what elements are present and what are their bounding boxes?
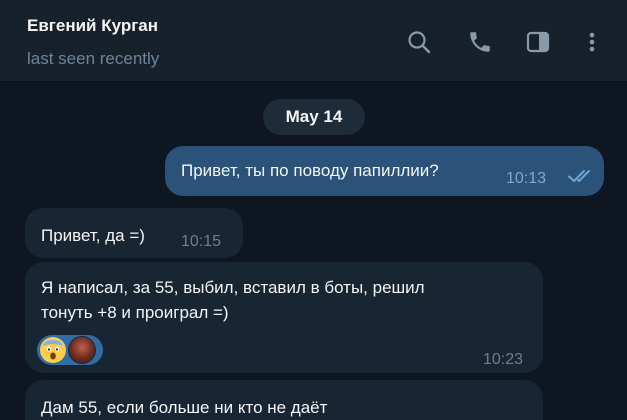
message-text-line-2: тонуть +8 и проиграл =) — [41, 303, 229, 322]
read-receipt-icon — [568, 170, 590, 182]
sidebar-toggle-icon[interactable] — [524, 28, 552, 56]
reaction-chip[interactable] — [37, 335, 103, 365]
incoming-message[interactable]: Привет, да =) 10:15 — [25, 208, 243, 258]
message-time: 10:23 — [483, 351, 524, 368]
search-icon[interactable] — [405, 28, 433, 56]
message-time: 10:15 — [181, 233, 222, 250]
message-list[interactable]: May 14 Привет, ты по поводу папиллии? 10… — [0, 83, 627, 420]
chat-header: Евгений Курган last seen recently — [0, 0, 627, 82]
contact-status: last seen recently — [27, 49, 160, 68]
more-vert-icon[interactable] — [578, 28, 606, 56]
phone-icon[interactable] — [466, 28, 494, 56]
message-text: Привет, да =) — [41, 226, 145, 245]
message-text: Дам 55, если больше ни кто не даёт — [41, 398, 328, 417]
outgoing-message[interactable]: Привет, ты по поводу папиллии? 10:13 — [165, 146, 604, 196]
contact-name[interactable]: Евгений Курган — [27, 16, 158, 36]
incoming-message[interactable]: Я написал, за 55, выбил, вставил в боты,… — [25, 262, 543, 373]
incoming-message[interactable]: Дам 55, если больше ни кто не даёт — [25, 380, 543, 420]
message-text-line-1: Я написал, за 55, выбил, вставил в боты,… — [41, 278, 425, 297]
date-separator: May 14 — [263, 99, 365, 135]
message-time: 10:13 — [506, 170, 547, 187]
message-text: Привет, ты по поводу папиллии? — [181, 161, 439, 180]
scream-emoji-icon — [40, 337, 66, 363]
reactor-avatar — [68, 336, 96, 364]
